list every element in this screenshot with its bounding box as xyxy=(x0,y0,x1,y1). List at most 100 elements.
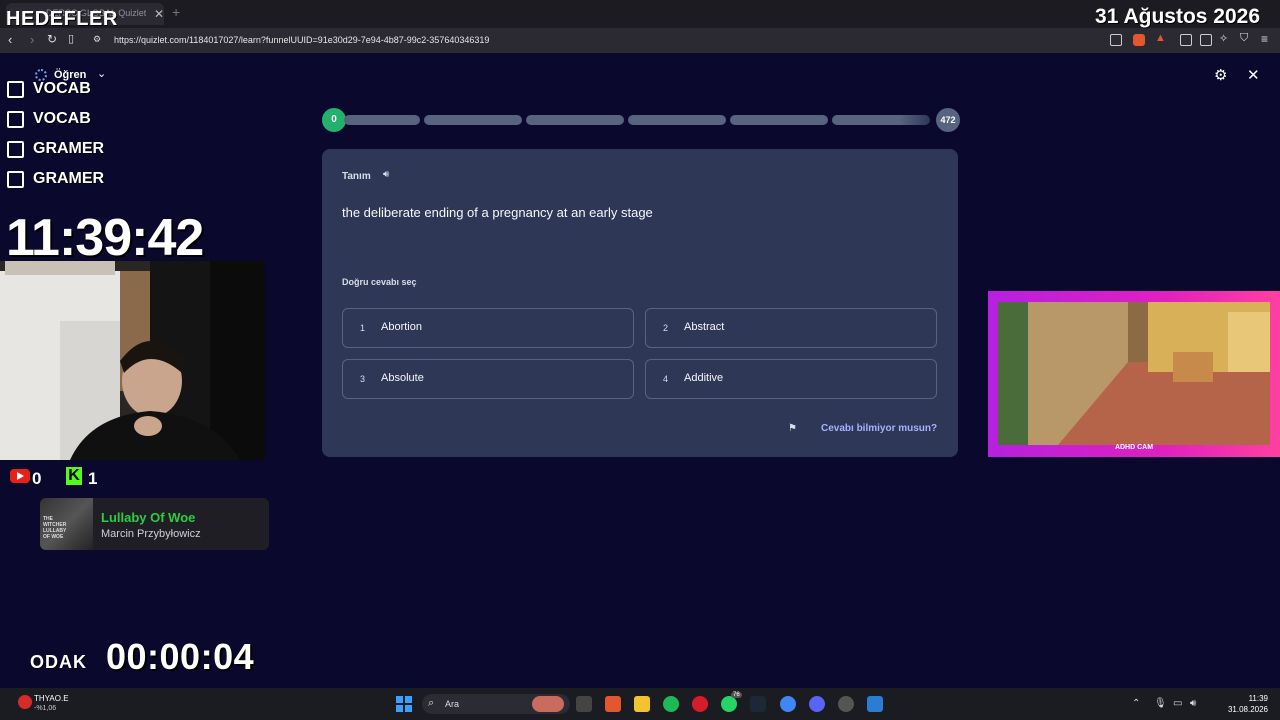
browser-toolbar: ‹ › ↻ ▯ ⚙ https://quizlet.com/1184017027… xyxy=(0,28,1280,53)
song-artist: Marcin Przybyłowicz xyxy=(101,528,201,540)
forward-icon[interactable]: › xyxy=(30,32,34,47)
search-icon: ⌕ xyxy=(428,697,435,709)
speaker-icon[interactable]: 🔊︎ xyxy=(383,169,389,180)
chevron-down-icon: ⌄ xyxy=(97,68,107,80)
browser-tab-bar: DERSC GLOBAL Quizlet ✕ + xyxy=(0,0,1280,28)
task-view-icon[interactable] xyxy=(576,696,592,712)
spotify-icon[interactable] xyxy=(663,696,679,712)
stream-counters: 0 K 1 xyxy=(8,466,128,488)
song-title: Lullaby Of Woe xyxy=(101,510,196,525)
game-cam-frame: ADHD CAM xyxy=(988,291,1280,457)
whatsapp-icon[interactable] xyxy=(721,696,737,712)
site-settings-icon[interactable]: ⚙ xyxy=(93,34,101,45)
progress-segment xyxy=(832,115,930,125)
cast-icon[interactable] xyxy=(1110,34,1122,46)
learn-progress-bar: 0 472 xyxy=(322,108,960,132)
file-explorer-icon[interactable] xyxy=(634,696,650,712)
tray-time[interactable]: 11:39 xyxy=(1210,694,1268,703)
focus-timer: 00:00:04 xyxy=(106,636,255,677)
reload-icon[interactable]: ↻ xyxy=(47,32,57,46)
album-art-text: THE WITCHER LULLABY OF WOE xyxy=(43,516,67,540)
whatsapp-badge: 76 xyxy=(731,692,742,698)
option-number: 4 xyxy=(663,374,669,384)
volume-icon[interactable]: 🔊︎ xyxy=(1190,698,1196,709)
goal-label: GRAMER xyxy=(33,140,105,157)
tray-date[interactable]: 31.08.2026 xyxy=(1210,705,1268,714)
discord-icon[interactable] xyxy=(809,696,825,712)
goal-label: VOCAB xyxy=(33,110,91,127)
progress-segment xyxy=(424,115,522,125)
goal-label: GRAMER xyxy=(33,170,105,187)
focus-label: ODAK xyxy=(30,652,87,672)
brave-shield-icon[interactable] xyxy=(1133,34,1145,46)
address-bar[interactable]: ⚙ https://quizlet.com/1184017027/learn?f… xyxy=(88,31,1098,50)
option-number: 2 xyxy=(663,323,669,333)
progress-total-count: 472 xyxy=(936,108,960,132)
definition-text: the deliberate ending of a pregnancy at … xyxy=(342,205,653,220)
game-cam-image xyxy=(998,302,1270,445)
answer-option-1[interactable]: 1 Abortion xyxy=(342,308,634,348)
overlay-clock: 11:39:42 xyxy=(6,209,204,267)
goal-checkbox xyxy=(7,111,24,128)
answer-option-3[interactable]: 3 Absolute xyxy=(342,359,634,399)
answer-option-2[interactable]: 2 Abstract xyxy=(645,308,937,348)
dont-know-link[interactable]: Cevabı bilmiyor musun? xyxy=(821,423,937,434)
chevron-up-icon[interactable]: ⌃ xyxy=(1132,698,1140,709)
progress-segment xyxy=(344,115,420,125)
game-cam-label: ADHD CAM xyxy=(1114,444,1154,451)
search-placeholder: Ara xyxy=(445,699,460,709)
network-icon[interactable]: ▭ xyxy=(1173,698,1182,709)
webcam-feed xyxy=(0,261,265,460)
option-number: 1 xyxy=(360,323,366,333)
close-icon[interactable]: ✕ xyxy=(1247,66,1260,84)
system-tray: ⌃ 🎙︎ ▭ 🔊︎ 11:39 31.08.2026 xyxy=(1130,688,1280,720)
url-text[interactable]: https://quizlet.com/1184017027/learn?fun… xyxy=(114,35,489,45)
progress-segment xyxy=(628,115,726,125)
goal-checkbox xyxy=(7,141,24,158)
kick-icon: K xyxy=(66,467,82,485)
album-art: THE WITCHER LULLABY OF WOE xyxy=(40,498,93,550)
goal-label: VOCAB xyxy=(33,80,91,97)
youtube-icon xyxy=(10,469,30,483)
obs-icon[interactable] xyxy=(838,696,854,712)
settings-gear-icon[interactable]: ⚙ xyxy=(1214,66,1227,84)
back-icon[interactable]: ‹ xyxy=(8,32,12,47)
sidebar-icon[interactable] xyxy=(1180,34,1192,46)
vpn-shield-icon[interactable]: ⛉ xyxy=(1240,32,1248,45)
stock-widget-icon[interactable] xyxy=(18,695,32,709)
progress-segment xyxy=(730,115,828,125)
brave-browser-icon[interactable] xyxy=(605,696,621,712)
overlay-date: 31 Ağustos 2026 xyxy=(1095,5,1260,28)
goal-checkbox xyxy=(7,171,24,188)
brave-rewards-icon[interactable]: ▲ xyxy=(1155,32,1166,44)
menu-icon[interactable]: ≡ xyxy=(1261,32,1268,46)
word-icon[interactable] xyxy=(867,696,883,712)
chrome-icon[interactable] xyxy=(780,696,796,712)
option-text: Additive xyxy=(684,372,724,384)
kick-count: 1 xyxy=(88,469,98,488)
microphone-icon[interactable]: 🎙︎ xyxy=(1154,698,1167,709)
option-number: 3 xyxy=(360,374,366,384)
goal-checkbox xyxy=(7,81,24,98)
option-text: Abortion xyxy=(381,321,422,333)
steam-icon[interactable] xyxy=(750,696,766,712)
goals-title: HEDEFLER xyxy=(6,8,118,30)
youtube-count: 0 xyxy=(32,469,42,488)
answer-prompt: Doğru cevabı seç xyxy=(342,277,417,287)
bookmark-icon[interactable]: ▯ xyxy=(68,32,74,45)
windows-taskbar: THYAO.E -%1,06 ⌕ Ara 76 ⌃ 🎙︎ ▭ 🔊︎ 11:39 … xyxy=(0,688,1280,720)
option-text: Abstract xyxy=(684,321,725,333)
new-tab-icon[interactable]: + xyxy=(172,4,180,20)
webcam-image xyxy=(0,261,265,460)
tab-close-icon[interactable]: ✕ xyxy=(154,7,164,21)
wallet-icon[interactable] xyxy=(1200,34,1212,46)
game-cam-feed xyxy=(998,302,1270,445)
stock-name[interactable]: THYAO.E xyxy=(34,694,69,703)
progress-segment xyxy=(526,115,624,125)
extensions-icon[interactable]: ✧ xyxy=(1219,32,1228,45)
windows-start-icon[interactable] xyxy=(396,696,412,712)
answer-option-4[interactable]: 4 Additive xyxy=(645,359,937,399)
flag-icon[interactable]: ⚑ xyxy=(788,423,797,434)
opera-icon[interactable] xyxy=(692,696,708,712)
taskbar-search[interactable]: ⌕ Ara xyxy=(422,694,570,714)
